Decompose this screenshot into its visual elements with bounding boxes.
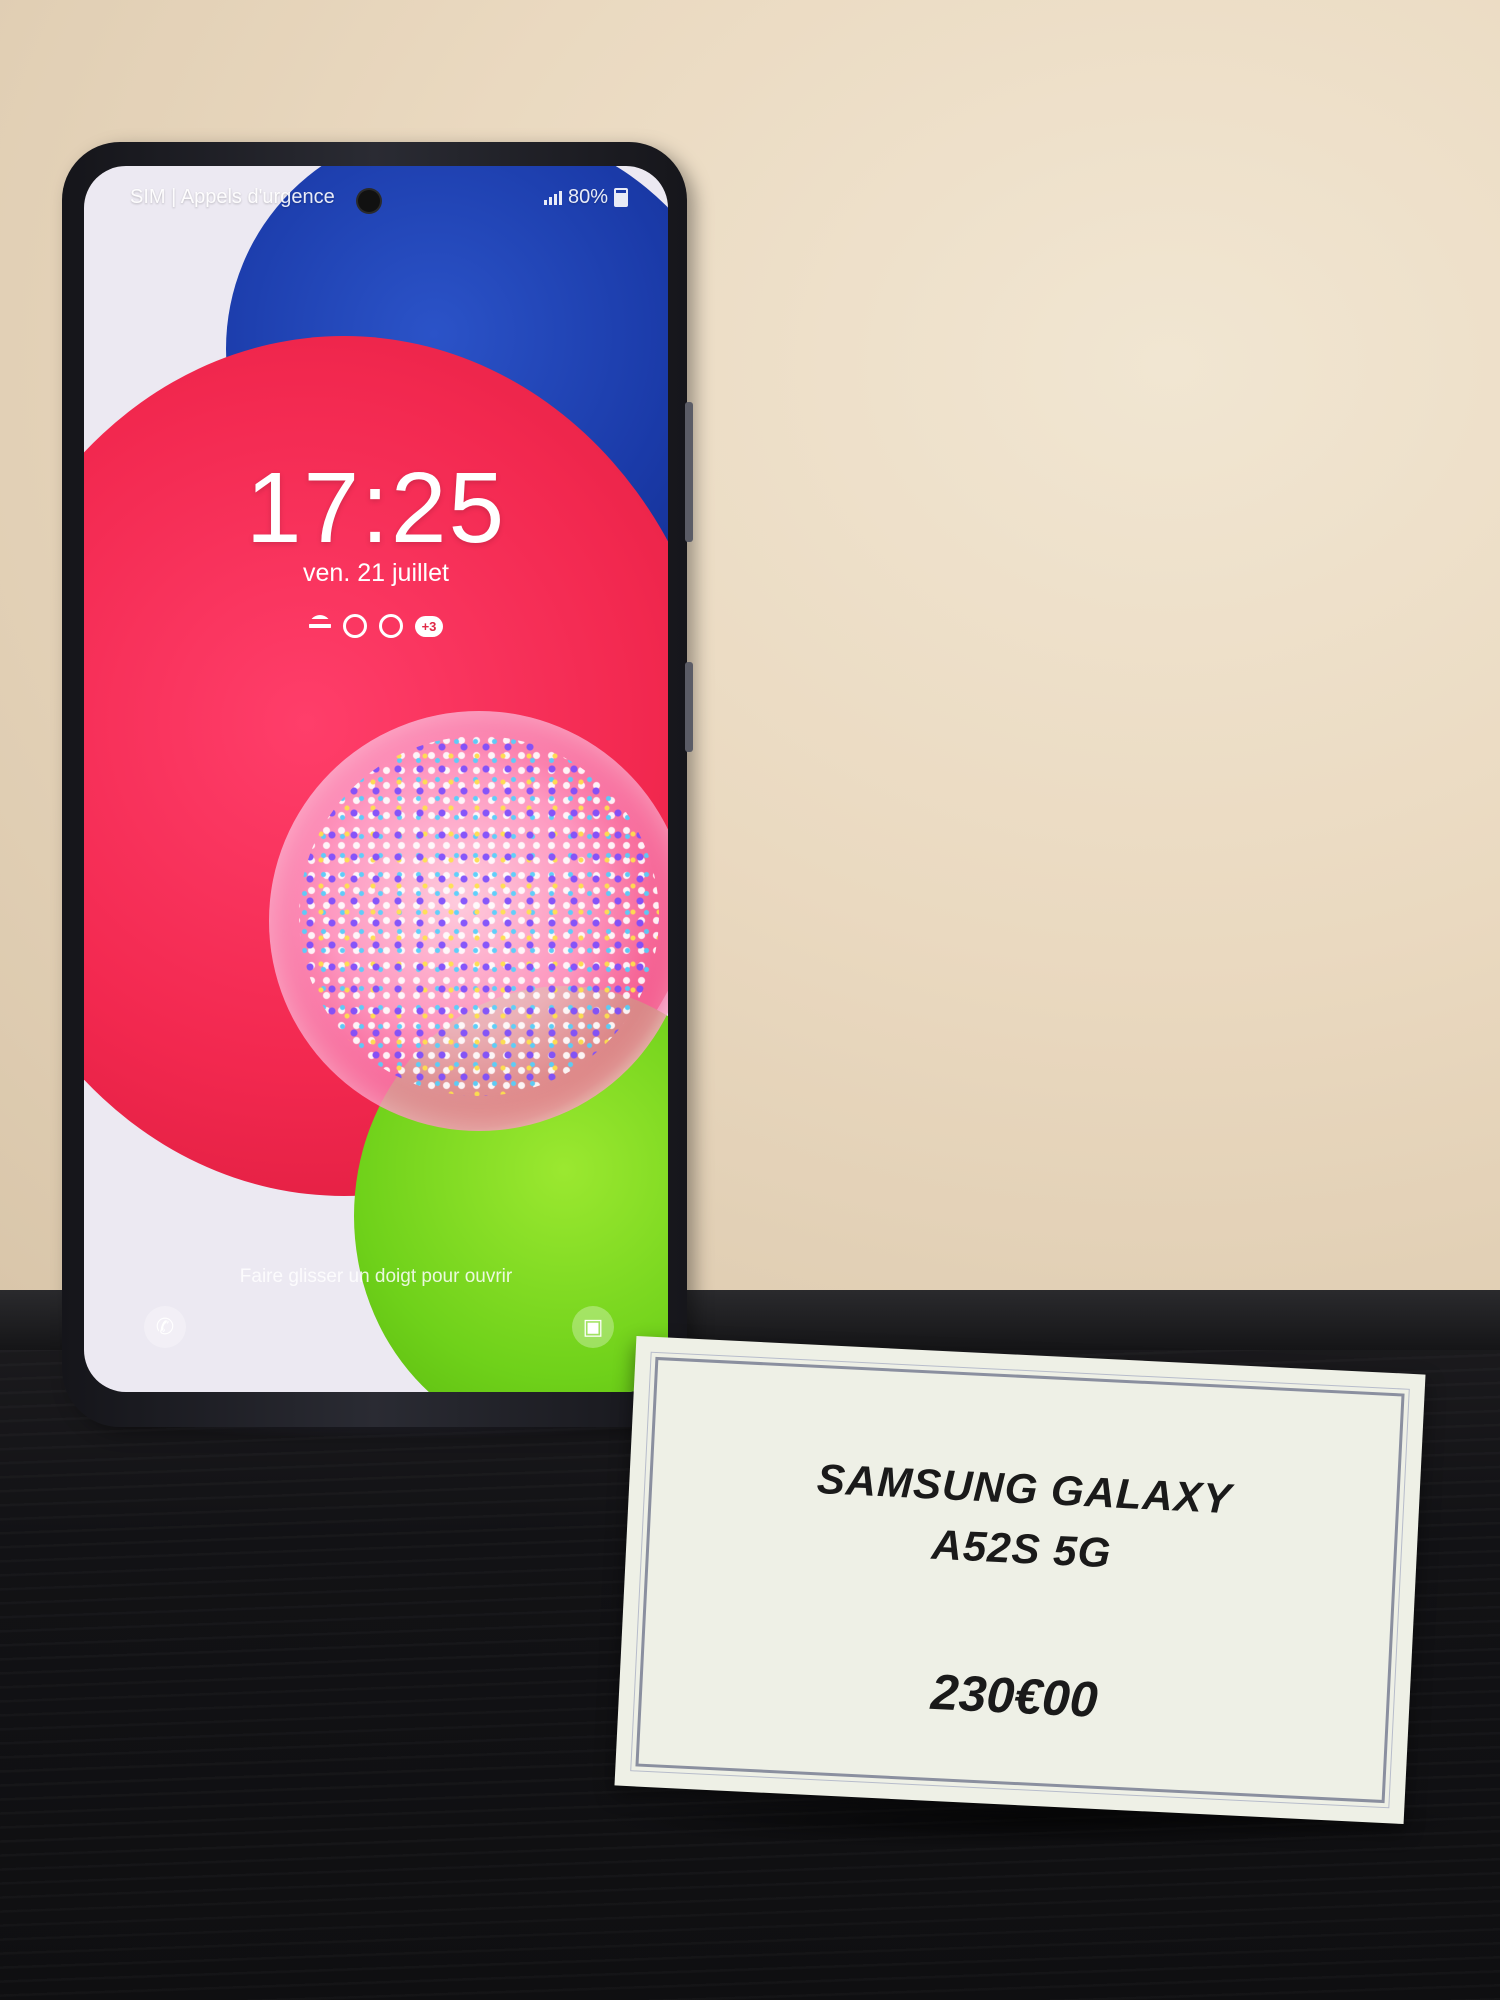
status-indicators: 80%: [543, 186, 628, 209]
battery-percentage: 80%: [567, 186, 608, 208]
notification-more-badge[interactable]: +3: [414, 615, 444, 637]
swipe-to-unlock-hint: Faire glisser un doigt pour ouvrir: [239, 1266, 513, 1287]
status-carrier-text: SIM | Appels d'urgence: [130, 186, 335, 208]
notification-app-icon[interactable]: [308, 615, 331, 637]
signal-icon: [543, 190, 562, 205]
lock-screen-clock: 17:25: [245, 452, 507, 564]
phone-shortcut-icon[interactable]: ✆: [144, 1306, 186, 1348]
camera-shortcut-icon[interactable]: ▣: [572, 1306, 614, 1348]
power-button: [685, 662, 693, 752]
volume-button: [685, 402, 693, 542]
notification-circle-icon[interactable]: [342, 614, 367, 638]
wallpaper-confetti: [299, 736, 659, 1096]
battery-icon: [614, 188, 628, 207]
notification-icons[interactable]: +3: [84, 614, 668, 638]
lock-screen[interactable]: SIM | Appels d'urgence 80% 17:25 ven. 21…: [84, 166, 668, 1392]
notification-target-icon[interactable]: [378, 614, 403, 638]
front-camera-icon: [358, 190, 380, 212]
price-card: SAMSUNG GALAXY A52S 5G 230€00: [614, 1335, 1426, 1825]
lock-screen-date: ven. 21 juillet: [303, 559, 449, 587]
